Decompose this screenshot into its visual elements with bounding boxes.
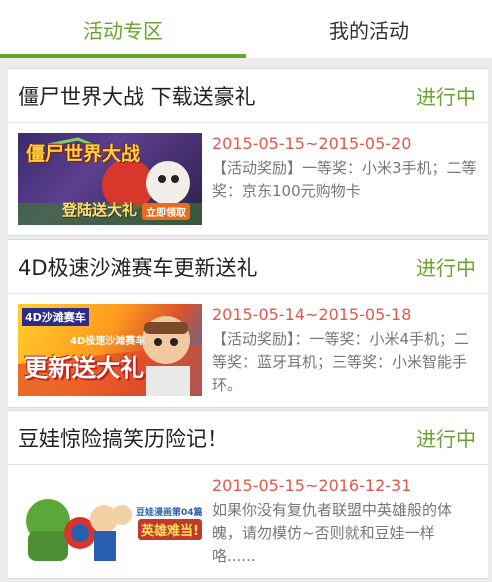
card-body: 4D沙滩赛车 4D极速沙滩赛车 更新送大礼 2015-05-14~2015-05… [8, 294, 488, 407]
activity-date: 2015-05-15~2016-12-31 [212, 476, 412, 495]
card-title: 豆娃惊险搞笑历险记！ [18, 426, 228, 451]
status-badge: 进行中 [416, 256, 476, 280]
activity-description: 【活动奖励】：一等奖：小米4手机；二等奖：蓝牙耳机；三等奖：小米智能手环。 [212, 330, 470, 394]
beach-racing-banner[interactable]: 4D沙滩赛车 4D极速沙滩赛车 更新送大礼 [18, 304, 202, 396]
tab-activity-zone[interactable]: 活动专区 [0, 0, 246, 58]
card-info: 2015-05-15~2016-12-31 如果你没有复仇者联盟中英雄般的体魄，… [202, 475, 478, 568]
banner-title: 僵尸世界大战 [26, 143, 141, 165]
activity-description: 如果你没有复仇者联盟中英雄般的体魄，请勿模仿~否则就和豆娃一样咯...... [212, 501, 453, 565]
card-body: 僵尸世界大战 登陆送大礼 立即领取 2015-05-15~2015-05-20 … [8, 123, 488, 235]
card-info: 2015-05-15~2015-05-20 【活动奖励】一等奖：小米3手机；二等… [202, 133, 478, 225]
card-header: 豆娃惊险搞笑历险记！ 进行中 [8, 411, 488, 465]
activity-date: 2015-05-14~2015-05-18 [212, 305, 412, 324]
status-badge: 进行中 [416, 85, 476, 109]
banner-title: 英雄难当! [138, 519, 202, 540]
banner-title: 更新送大礼 [24, 354, 144, 382]
douwa-comic-banner[interactable]: 豆娃漫画第04篇 英雄难当! [18, 475, 202, 567]
banner-subtitle: 登陆送大礼 [62, 201, 138, 219]
banner-logo: 4D沙滩赛车 [22, 308, 89, 326]
card-title: 僵尸世界大战 下载送豪礼 [18, 84, 256, 109]
banner-subtitle: 豆娃漫画第04篇 [136, 508, 202, 518]
activity-card-beach-racing[interactable]: 4D极速沙滩赛车更新送礼 进行中 4D沙滩赛车 4D极速沙滩赛车 更新送大礼 2… [8, 239, 488, 408]
zombie-world-war-banner[interactable]: 僵尸世界大战 登陆送大礼 立即领取 [18, 133, 202, 225]
card-header: 4D极速沙滩赛车更新送礼 进行中 [8, 240, 488, 294]
activity-card-zombie[interactable]: 僵尸世界大战 下载送豪礼 进行中 僵尸世界大战 登陆送大礼 立即领取 2015-… [8, 68, 488, 236]
tab-my-activities-label: 我的活动 [329, 18, 409, 43]
card-title: 4D极速沙滩赛车更新送礼 [18, 255, 258, 280]
activity-card-douwa[interactable]: 豆娃惊险搞笑历险记！ 进行中 豆娃漫画第04篇 英雄难当! 2015-05-15… [8, 410, 488, 579]
tab-activity-zone-label: 活动专区 [83, 18, 163, 43]
tab-my-activities[interactable]: 我的活动 [246, 0, 492, 58]
card-header: 僵尸世界大战 下载送豪礼 进行中 [8, 69, 488, 123]
activity-date: 2015-05-15~2015-05-20 [212, 134, 412, 153]
card-info: 2015-05-14~2015-05-18 【活动奖励】：一等奖：小米4手机；二… [202, 304, 478, 397]
banner-subtitle: 4D极速沙滩赛车 [70, 336, 146, 347]
status-badge: 进行中 [416, 427, 476, 451]
banner-claim-button: 立即领取 [142, 203, 190, 220]
activity-description: 【活动奖励】一等奖：小米3手机；二等奖：京东100元购物卡 [212, 159, 477, 200]
tab-bar: 活动专区 我的活动 [0, 0, 492, 58]
card-body: 豆娃漫画第04篇 英雄难当! 2015-05-15~2016-12-31 如果你… [8, 465, 488, 578]
